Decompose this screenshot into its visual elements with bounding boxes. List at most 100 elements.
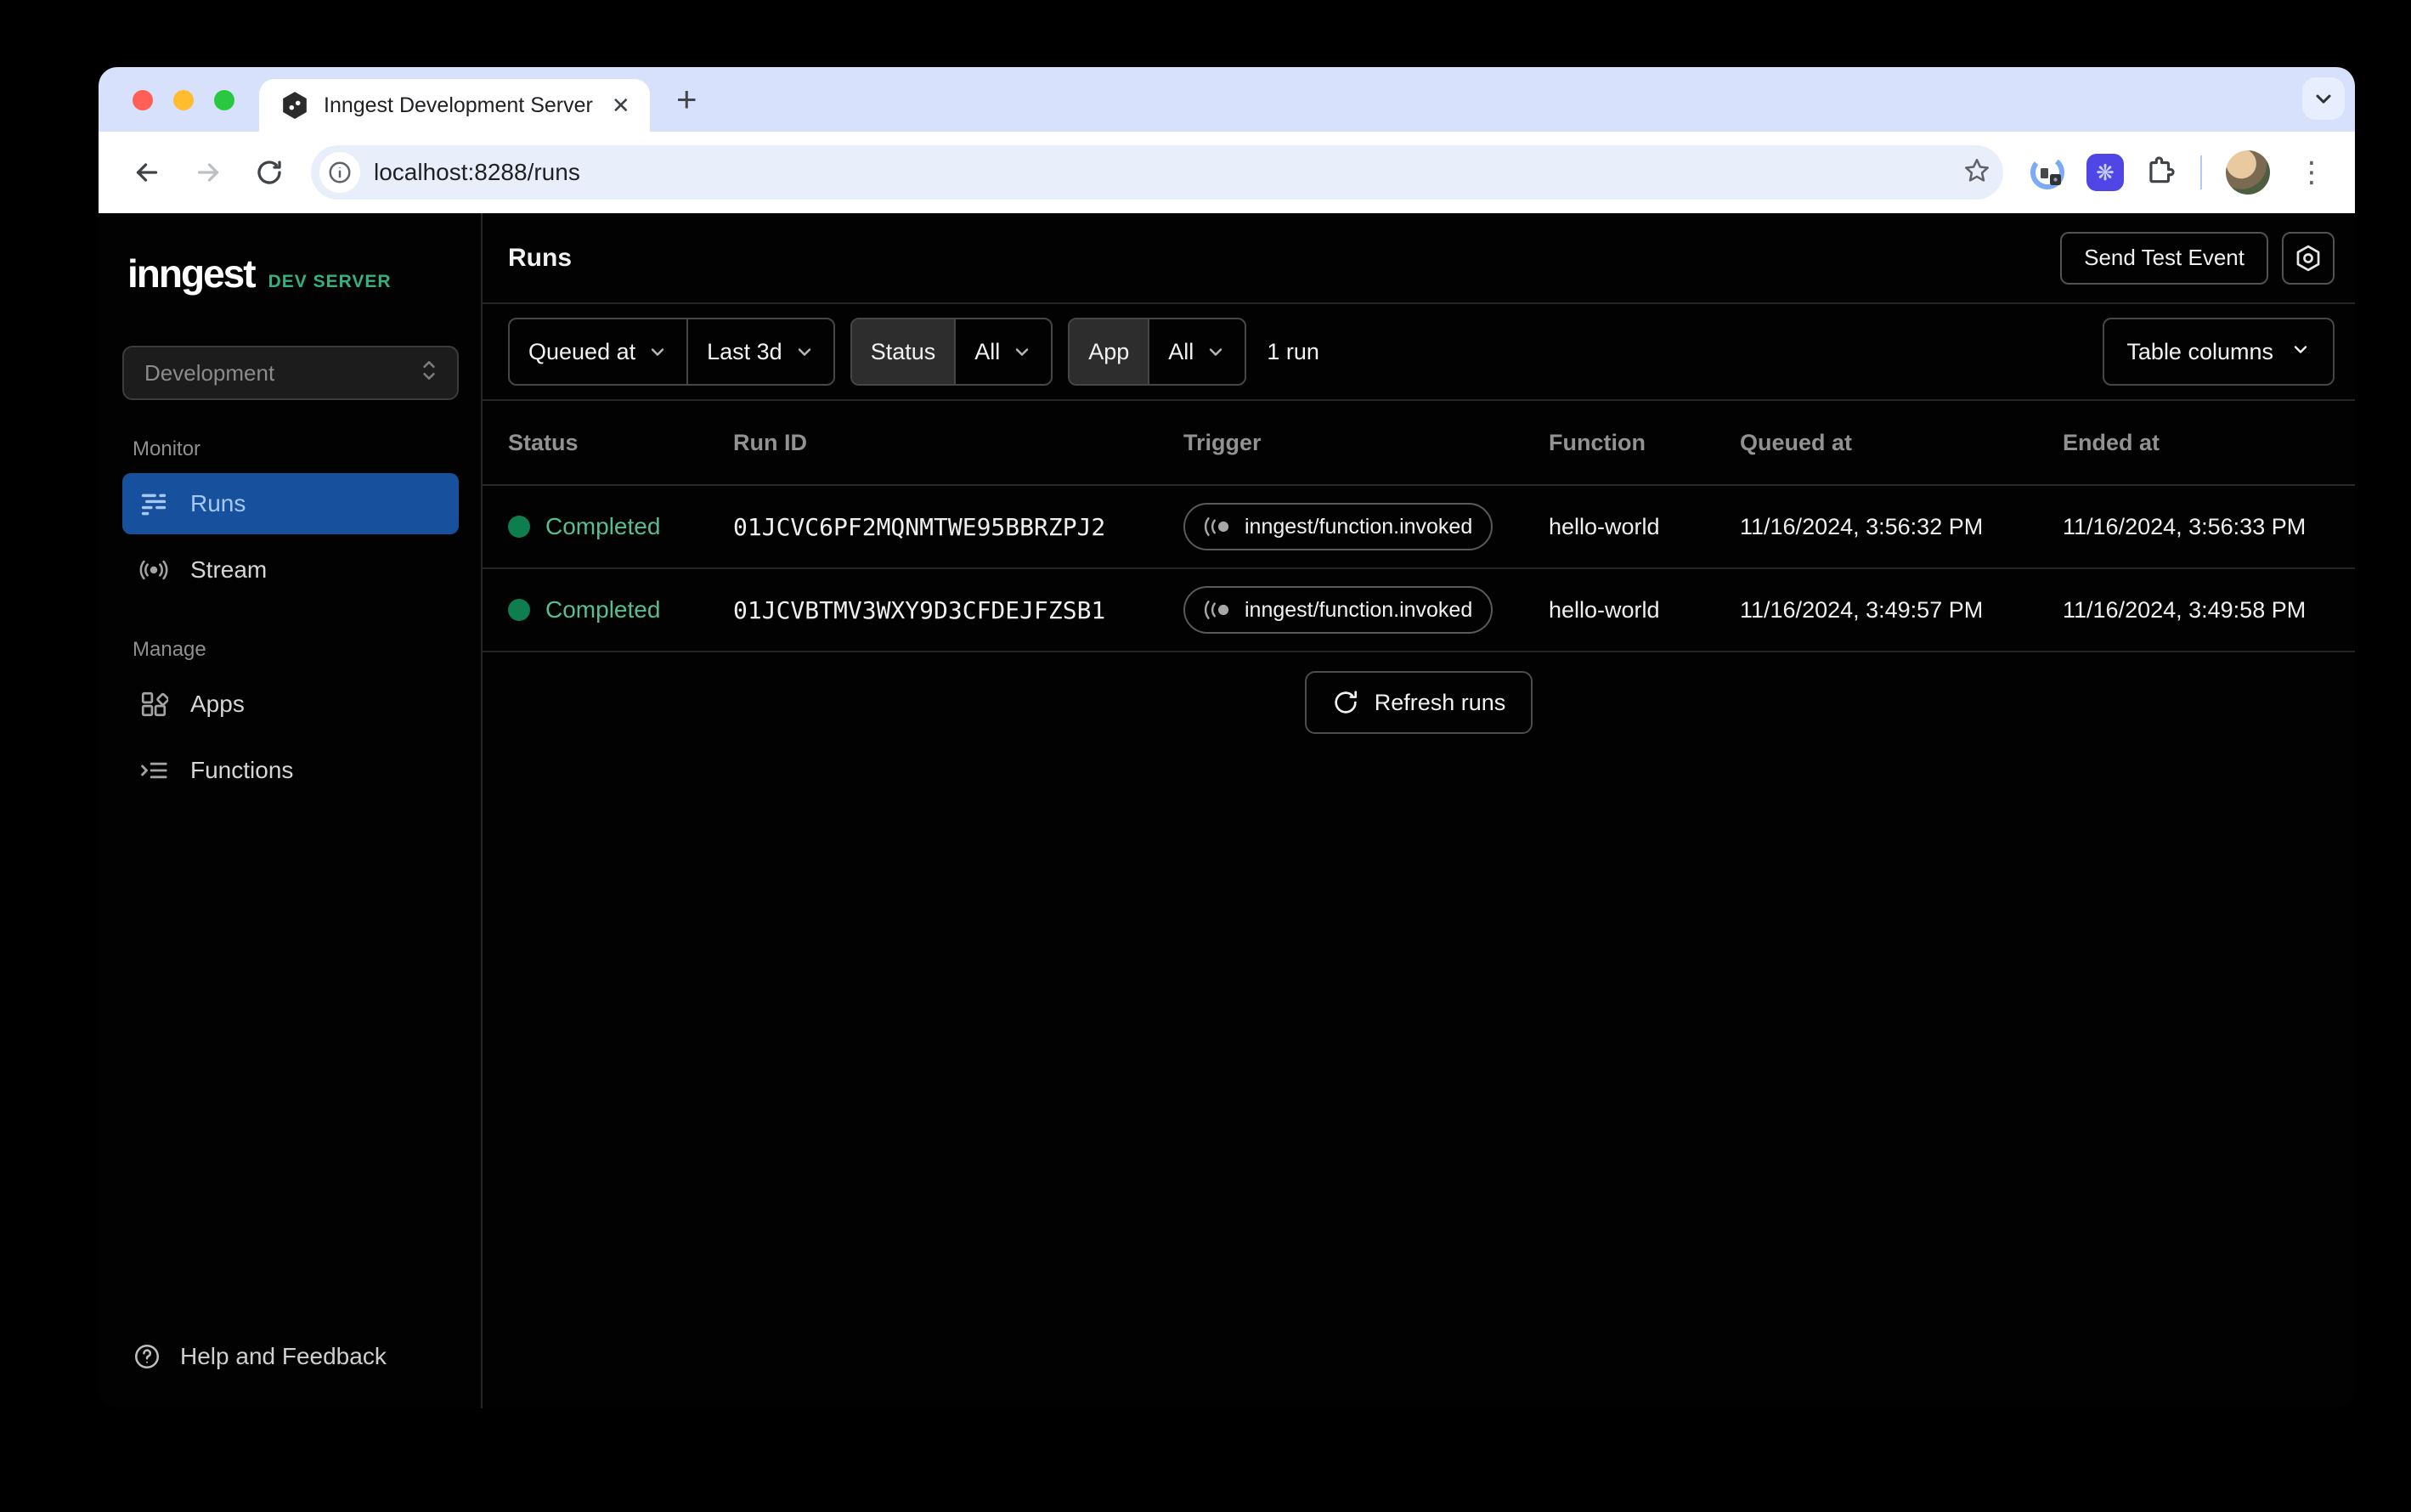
status-dot-completed — [508, 599, 530, 621]
trigger-badge[interactable]: inngest/function.invoked — [1183, 503, 1493, 550]
environment-selector[interactable]: Development — [122, 346, 459, 400]
desktop-background: Inngest Development Server ✕ + — [0, 0, 2411, 1512]
reload-button[interactable] — [243, 146, 296, 199]
close-tab-icon[interactable]: ✕ — [608, 93, 634, 119]
dev-server-badge: DEV SERVER — [268, 272, 392, 292]
extensions-button[interactable] — [2144, 155, 2177, 191]
functions-icon — [139, 756, 168, 785]
tab-search-button[interactable] — [2302, 77, 2345, 120]
chevron-down-icon — [794, 341, 815, 362]
main-content: Runs Send Test Event Queued at — [483, 213, 2355, 1408]
page-title: Runs — [508, 244, 572, 273]
app-filter-label: App — [1070, 319, 1148, 384]
section-label-manage: Manage — [133, 638, 459, 662]
app-filter-group: App All — [1068, 318, 1246, 386]
browser-tab-strip: Inngest Development Server ✕ + — [99, 67, 2355, 132]
help-and-feedback[interactable]: Help and Feedback — [122, 1342, 459, 1371]
inngest-favicon-icon — [281, 91, 308, 120]
toolbar-extensions: ❋ ⋮ — [2024, 150, 2333, 195]
status-filter-label: Status — [852, 319, 955, 384]
inngest-app: inngest DEV SERVER Development Monitor R… — [99, 213, 2355, 1408]
refresh-runs-label: Refresh runs — [1375, 690, 1506, 716]
time-range-dropdown[interactable]: Last 3d — [686, 319, 833, 384]
filter-bar: Queued at Last 3d Status Al — [483, 304, 2355, 401]
web-extension-icon[interactable]: ❋ — [2086, 154, 2124, 191]
send-test-event-button[interactable]: Send Test Event — [2060, 232, 2268, 285]
table-columns-button[interactable]: Table columns — [2103, 318, 2335, 386]
table-row[interactable]: Completed 01JCVC6PF2MQNMTWE95BBRZPJ2 inn… — [483, 486, 2355, 569]
bookmark-button[interactable] — [1962, 156, 1991, 189]
column-header-status: Status — [508, 430, 733, 456]
table-row[interactable]: Completed 01JCVBTMV3WXY9D3CFDEJFZSB1 inn… — [483, 569, 2355, 652]
run-id[interactable]: 01JCVBTMV3WXY9D3CFDEJFZSB1 — [733, 596, 1105, 624]
event-icon — [1204, 516, 1233, 538]
queued-at-timestamp: 11/16/2024, 3:49:57 PM — [1740, 597, 1983, 623]
logo-wordmark: inngest — [127, 251, 255, 296]
runs-icon — [139, 489, 168, 518]
minimize-window-button[interactable] — [173, 90, 194, 110]
stream-icon — [139, 556, 168, 584]
status-filter-group: Status All — [850, 318, 1053, 386]
trigger-name: inngest/function.invoked — [1245, 598, 1472, 623]
app-filter-dropdown[interactable]: All — [1148, 319, 1245, 384]
environment-selector-value: Development — [144, 360, 274, 386]
column-header-function: Function — [1549, 430, 1740, 456]
function-name: hello-world — [1549, 514, 1660, 540]
status-dot-completed — [508, 516, 530, 538]
time-filter-group: Queued at Last 3d — [508, 318, 835, 386]
table-columns-label: Table columns — [2126, 339, 2273, 365]
browser-tab[interactable]: Inngest Development Server ✕ — [259, 79, 650, 132]
forward-button[interactable] — [182, 146, 234, 199]
queued-at-timestamp: 11/16/2024, 3:56:32 PM — [1740, 514, 1983, 540]
sidebar-item-label: Functions — [190, 757, 293, 784]
toolbar-divider — [2200, 155, 2202, 189]
gear-icon — [2294, 244, 2323, 273]
runs-table: Status Run ID Trigger Function Queued at… — [483, 401, 2355, 652]
function-name: hello-world — [1549, 597, 1660, 623]
address-bar[interactable]: localhost:8288/runs — [311, 145, 2003, 200]
chevron-down-icon — [1012, 341, 1032, 362]
status-text: Completed — [545, 596, 660, 623]
refresh-runs-button[interactable]: Refresh runs — [1305, 671, 1533, 734]
event-icon — [1204, 599, 1233, 621]
section-label-monitor: Monitor — [133, 437, 459, 461]
browser-menu-button[interactable]: ⋮ — [2290, 155, 2333, 189]
help-label: Help and Feedback — [180, 1343, 387, 1370]
run-id[interactable]: 01JCVC6PF2MQNMTWE95BBRZPJ2 — [733, 513, 1105, 541]
info-icon — [327, 160, 353, 185]
chevron-down-icon — [647, 341, 668, 362]
profile-avatar[interactable] — [2226, 150, 2270, 195]
chevron-down-icon — [1206, 341, 1226, 362]
time-field-dropdown[interactable]: Queued at — [510, 319, 686, 384]
time-range-value: Last 3d — [707, 339, 782, 365]
status-filter-dropdown[interactable]: All — [954, 319, 1051, 384]
ended-at-timestamp: 11/16/2024, 3:49:58 PM — [2063, 597, 2306, 623]
window-controls — [133, 90, 234, 110]
column-header-run-id: Run ID — [733, 430, 1183, 456]
puzzle-icon — [2144, 155, 2177, 187]
new-tab-button[interactable]: + — [676, 84, 697, 115]
settings-button[interactable] — [2282, 232, 2335, 285]
sidebar-item-apps[interactable]: Apps — [122, 674, 459, 735]
sidebar: inngest DEV SERVER Development Monitor R… — [99, 213, 483, 1408]
close-window-button[interactable] — [133, 90, 153, 110]
sidebar-item-runs[interactable]: Runs — [122, 473, 459, 534]
back-arrow-icon — [132, 157, 162, 188]
back-button[interactable] — [121, 146, 173, 199]
status-filter-value: All — [974, 339, 1000, 365]
forward-arrow-icon — [193, 157, 223, 188]
sidebar-item-stream[interactable]: Stream — [122, 539, 459, 601]
trigger-badge[interactable]: inngest/function.invoked — [1183, 586, 1493, 634]
site-info-button[interactable] — [319, 152, 360, 193]
browser-toolbar: localhost:8288/runs ❋ — [99, 132, 2355, 213]
column-header-queued-at: Queued at — [1740, 430, 2063, 456]
browser-window: Inngest Development Server ✕ + — [99, 67, 2355, 1408]
maximize-window-button[interactable] — [214, 90, 234, 110]
chevron-down-icon — [2290, 339, 2311, 365]
password-manager-extension-icon[interactable] — [2029, 154, 2066, 191]
sidebar-item-functions[interactable]: Functions — [122, 740, 459, 801]
url-text[interactable]: localhost:8288/runs — [374, 159, 1949, 186]
page-header: Runs Send Test Event — [483, 213, 2355, 304]
time-field-label: Queued at — [528, 339, 635, 365]
help-icon — [133, 1342, 161, 1371]
